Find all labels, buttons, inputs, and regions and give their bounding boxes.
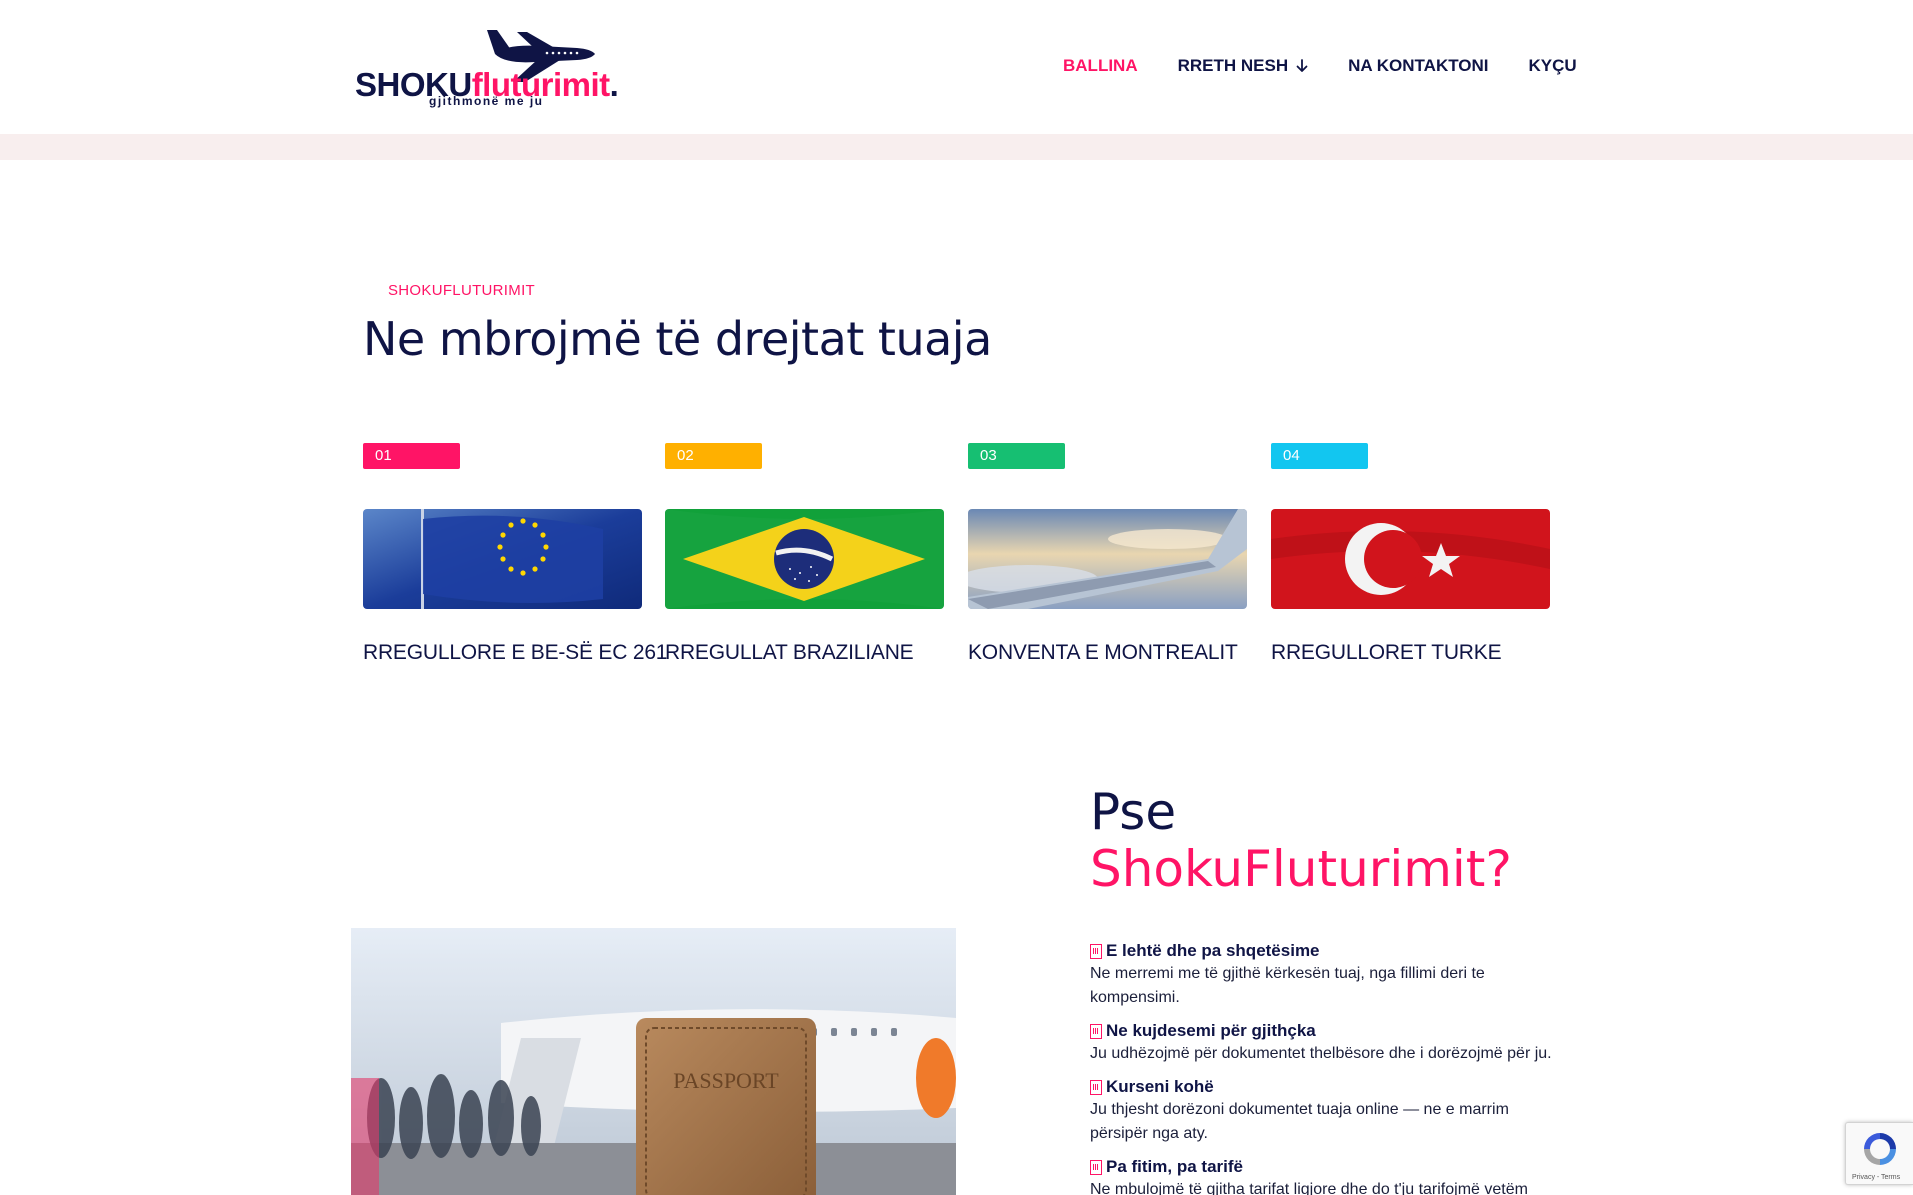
feature-item: Kurseni kohë Ju thjesht dorëzoni dokumen… (1090, 1076, 1570, 1146)
feature-title: Pa fitim, pa tarifë (1106, 1157, 1243, 1176)
feature-title-row: Ne kujdesemi për gjithçka (1090, 1020, 1570, 1042)
recaptcha-icon (1864, 1133, 1896, 1165)
card-number-badge: 04 (1271, 443, 1368, 469)
card-title[interactable]: RREGULLORE E BE-së EC 261 (363, 641, 667, 665)
card-brazil-rules[interactable]: 02 RREGULLAT BRAZILIANE (665, 443, 944, 664)
card-title[interactable]: RREGULLAT BRAZILIANE (665, 641, 914, 665)
arrow-down-icon (1296, 59, 1308, 72)
feature-desc: Ju udhëzojmë për dokumentet thelbësore d… (1090, 1045, 1552, 1062)
card-number-badge: 02 (665, 443, 762, 469)
nav-item-na-kontaktoni[interactable]: NA KONTAKTONI (1348, 56, 1488, 76)
regulation-cards: 01 RREGULLORE E BE-së EC 261 (363, 443, 1550, 673)
nav-item-rreth-nesh[interactable]: RRETH NESH (1178, 56, 1309, 76)
why-title-line1: Pse (1090, 783, 1177, 841)
airplane-wing-image (968, 509, 1247, 609)
why-title-line2: ShokuFluturimit? (1090, 840, 1512, 898)
recaptcha-links[interactable]: Privacy - Terms (1852, 1174, 1900, 1181)
list-bullet-icon (1090, 943, 1102, 959)
card-title[interactable]: KONVENTA E MONTREALIT (968, 641, 1238, 665)
logo-dot: . (609, 66, 619, 103)
turkey-flag-image (1271, 509, 1550, 609)
feature-title-row: Pa fitim, pa tarifë (1090, 1156, 1570, 1178)
section-title: Ne mbrojmë të drejtat tuaja (363, 312, 992, 366)
feature-title: E lehtë dhe pa shqetësime (1106, 941, 1320, 960)
list-bullet-icon (1090, 1023, 1102, 1039)
nav-item-kycu[interactable]: KYÇU (1529, 56, 1577, 76)
site-header: SHOKUfluturimit. gjithmonë me ju BALLINA… (0, 0, 1913, 134)
nav-item-label: RRETH NESH (1177, 56, 1289, 75)
feature-title: Ne kujdesemi për gjithçka (1106, 1021, 1316, 1040)
card-turkish-regulations[interactable]: 04 RREGULLORET TURKE (1271, 443, 1550, 664)
card-eu-regulation[interactable]: 01 RREGULLORE E BE-së EC 261 (363, 443, 667, 664)
header-divider-strip (0, 134, 1913, 160)
section-eyebrow: SHOKUFLUTURIMIT (388, 282, 535, 299)
card-title[interactable]: RREGULLORET TURKE (1271, 641, 1502, 665)
passport-text: PASSPORT (673, 1068, 779, 1093)
feature-item: Pa fitim, pa tarifë Ne mbulojmë të gjith… (1090, 1156, 1570, 1195)
card-number-badge: 01 (363, 443, 460, 469)
feature-title-row: E lehtë dhe pa shqetësime (1090, 940, 1570, 962)
feature-item: E lehtë dhe pa shqetësime Ne merremi me … (1090, 940, 1570, 1010)
feature-title-row: Kurseni kohë (1090, 1076, 1570, 1098)
feature-desc: Ne mbulojmë të gjitha tarifat ligjore dh… (1090, 1181, 1528, 1195)
list-bullet-icon (1090, 1079, 1102, 1095)
feature-desc: Ne merremi me të gjithë kërkesën tuaj, n… (1090, 965, 1485, 1006)
logo-tagline: gjithmonë me ju (429, 94, 544, 108)
card-montreal-convention[interactable]: 03 KONVENTA E MONTREALIT (968, 443, 1247, 664)
eu-flag-image (363, 509, 642, 609)
main-nav: BALLINA RRETH NESH NA KONTAKTONI KYÇU (1063, 56, 1577, 76)
brazil-flag-image (665, 509, 944, 609)
list-bullet-icon (1090, 1159, 1102, 1175)
nav-item-ballina[interactable]: BALLINA (1063, 56, 1138, 76)
feature-title: Kurseni kohë (1106, 1077, 1214, 1096)
recaptcha-badge[interactable]: Privacy - Terms (1845, 1122, 1913, 1185)
feature-item: Ne kujdesemi për gjithçka Ju udhëzojmë p… (1090, 1020, 1570, 1066)
feature-desc: Ju thjesht dorëzoni dokumentet tuaja onl… (1090, 1101, 1509, 1142)
features-list: E lehtë dhe pa shqetësime Ne merremi me … (1090, 940, 1570, 1195)
site-logo[interactable]: SHOKUfluturimit. gjithmonë me ju (355, 24, 619, 108)
card-number-badge: 03 (968, 443, 1065, 469)
airport-passport-photo: PASSPORT (351, 928, 956, 1195)
